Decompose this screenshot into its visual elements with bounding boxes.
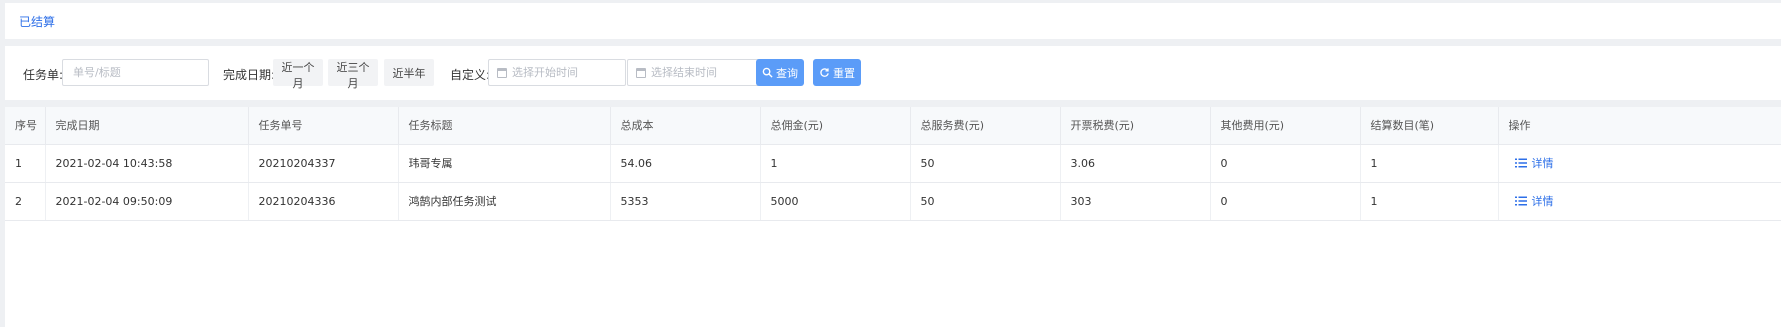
task-search-input[interactable] [62,59,209,86]
list-icon [1514,196,1527,205]
task-label: 任务单: [23,68,64,82]
search-icon [762,67,773,78]
search-button[interactable]: 查询 [756,59,804,86]
table-cell: 1 [1360,182,1499,221]
column-header: 操作 [1498,107,1781,145]
reset-button[interactable]: 重置 [813,59,861,86]
range-half-year-button[interactable]: 近半年 [384,59,434,86]
column-header: 任务单号 [248,107,399,145]
table-cell: 1 [760,144,911,183]
table-cell: 玮哥专属 [398,144,611,183]
range-3-months-button[interactable]: 近三个月 [328,59,378,90]
column-header: 总服务费(元) [910,107,1061,145]
detail-link-label: 详情 [1531,194,1554,208]
custom-label: 自定义: [450,68,491,82]
tab-settled[interactable]: 已结算 [19,13,55,30]
filter-bar: 任务单: 完成日期: 近一个月 近三个月 近半年 自定义: - 查询 重置 [5,46,1781,100]
detail-link[interactable]: 详情 [1509,193,1554,209]
table-cell: 54.06 [610,144,761,183]
table-row: 2 2021-02-04 09:50:09 20210204336 鸿鹄内部任务… [5,182,1781,221]
column-header: 其他费用(元) [1210,107,1361,145]
settlement-table-panel: 序号 完成日期 任务单号 任务标题 总成本 总佣金(元) 总服务费(元) 开票税… [5,107,1781,327]
table-cell: 50 [910,182,1061,221]
date-label: 完成日期: [223,68,276,82]
action-cell: 详情 [1498,144,1781,183]
table-cell: 2 [5,182,46,221]
start-date-picker[interactable] [488,59,626,86]
table-cell: 0 [1210,182,1361,221]
column-header: 序号 [5,107,46,145]
end-date-input[interactable] [651,66,761,79]
search-button-label: 查询 [776,66,798,80]
table-cell: 1 [5,144,46,183]
tab-bar: 已结算 [5,3,1781,39]
detail-link-label: 详情 [1531,156,1554,170]
column-header: 任务标题 [398,107,611,145]
list-icon [1514,158,1527,167]
table-cell: 20210204336 [248,182,399,221]
column-header: 开票税费(元) [1060,107,1211,145]
table-cell: 3.06 [1060,144,1211,183]
table-cell: 2021-02-04 09:50:09 [45,182,249,221]
table-row: 1 2021-02-04 10:43:58 20210204337 玮哥专属 5… [5,144,1781,183]
column-header: 完成日期 [45,107,249,145]
calendar-icon [636,67,646,78]
table-cell: 1 [1360,144,1499,183]
column-header: 总成本 [610,107,761,145]
detail-link[interactable]: 详情 [1509,155,1554,171]
calendar-icon [497,67,507,78]
table-cell: 5000 [760,182,911,221]
start-date-input[interactable] [512,66,622,79]
column-header: 结算数目(笔) [1360,107,1499,145]
refresh-icon [820,68,829,77]
range-1-month-button[interactable]: 近一个月 [273,59,323,90]
table-cell: 0 [1210,144,1361,183]
settlement-table: 序号 完成日期 任务单号 任务标题 总成本 总佣金(元) 总服务费(元) 开票税… [5,107,1781,221]
column-header: 总佣金(元) [760,107,911,145]
table-cell: 50 [910,144,1061,183]
table-header-row: 序号 完成日期 任务单号 任务标题 总成本 总佣金(元) 总服务费(元) 开票税… [5,107,1781,145]
end-date-picker[interactable] [627,59,765,86]
table-cell: 303 [1060,182,1211,221]
reset-button-label: 重置 [833,66,855,80]
table-cell: 鸿鹄内部任务测试 [398,182,611,221]
table-cell: 5353 [610,182,761,221]
table-cell: 2021-02-04 10:43:58 [45,144,249,183]
table-cell: 20210204337 [248,144,399,183]
action-cell: 详情 [1498,182,1781,221]
